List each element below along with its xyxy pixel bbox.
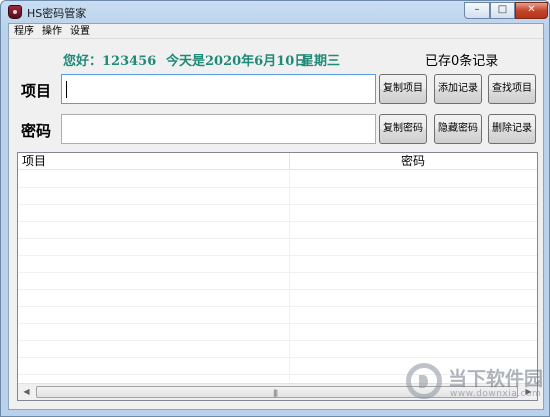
copy-password-button[interactable]: 复制密码 [379,114,427,144]
app-logo-icon [8,5,22,19]
date-text: 今天是2020年6月10日 [166,54,308,69]
password-label: 密码 [21,122,52,140]
client-area: 程序 操作 设置 您好：123456 今天是2020年6月10日 星期三 已存0… [8,23,544,410]
copy-item-button[interactable]: 复制项目 [379,74,427,104]
menu-operation[interactable]: 操作 [40,25,64,38]
column-header-password[interactable]: 密码 [401,154,425,168]
row-gridline [18,255,537,256]
password-field[interactable] [61,114,376,144]
menu-program[interactable]: 程序 [12,25,36,38]
row-gridline [18,187,537,188]
watermark: 当下软件园 www.downxia.com [404,359,544,409]
watermark-logo-icon [406,363,442,399]
text-caret [66,81,67,98]
column-gridline [289,171,290,381]
column-separator[interactable] [289,153,290,170]
app-window: HS密码管家 – □ ✕ 程序 操作 设置 您好：123456 今天是2020年… [0,0,550,417]
find-item-button[interactable]: 查找项目 [488,74,536,104]
watermark-text: 当下软件园 [448,368,544,390]
row-gridline [18,340,537,341]
record-count: 已存0条记录 [425,54,499,69]
delete-record-button[interactable]: 删除记录 [488,114,536,144]
password-input[interactable] [62,115,375,143]
minimize-button[interactable]: – [464,2,490,19]
add-record-button[interactable]: 添加记录 [434,74,482,104]
row-gridline [18,306,537,307]
row-gridline [18,221,537,222]
row-gridline [18,357,537,358]
window-title: HS密码管家 [27,7,87,20]
watermark-url: www.downxia.com [450,389,542,399]
row-gridline [18,323,537,324]
weekday-text: 星期三 [301,54,341,69]
scroll-left-icon[interactable]: ◀ [18,384,35,400]
scrollbar-grip-icon: ||| [273,389,278,397]
maximize-button[interactable]: □ [490,2,515,19]
close-button[interactable]: ✕ [515,2,548,19]
row-gridline [18,289,537,290]
item-label: 项目 [21,82,52,100]
menu-bar: 程序 操作 设置 [9,24,543,39]
column-header-item[interactable]: 项目 [22,154,46,168]
row-gridline [18,272,537,273]
item-input[interactable] [62,75,375,103]
row-gridline [18,204,537,205]
list-rows [18,171,537,381]
item-field[interactable] [61,74,376,104]
list-header: 项目 密码 [18,153,537,170]
greeting-text: 您好：123456 [63,54,157,69]
row-gridline [18,238,537,239]
title-bar[interactable]: HS密码管家 – □ ✕ [1,1,549,23]
hide-password-button[interactable]: 隐藏密码 [434,114,482,144]
menu-settings[interactable]: 设置 [68,25,92,38]
